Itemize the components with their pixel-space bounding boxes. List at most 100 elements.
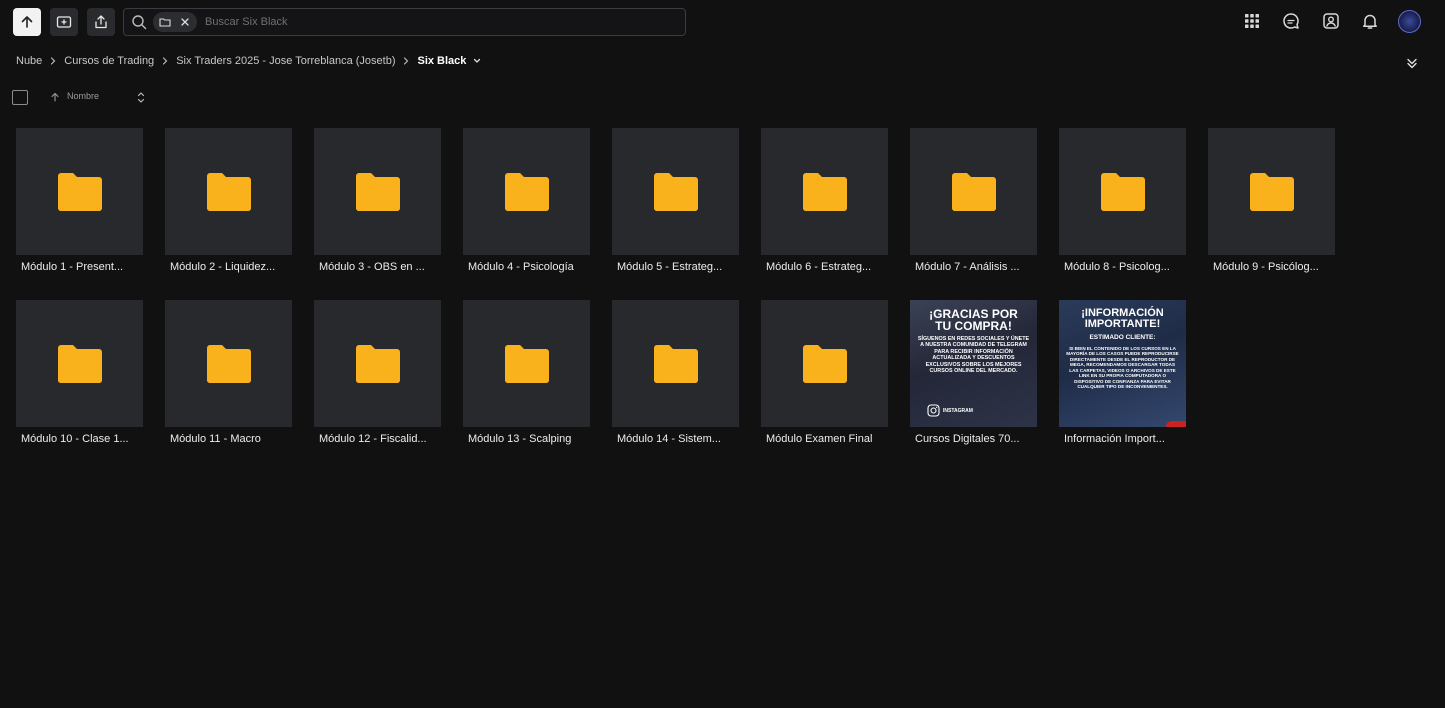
folder-item[interactable]: Módulo 4 - Psicología [463, 128, 590, 273]
folder-icon [1100, 172, 1145, 211]
folder-item[interactable]: Módulo 13 - Scalping [463, 300, 590, 445]
folder-item[interactable]: Módulo 14 - Sistem... [612, 300, 739, 445]
item-name[interactable]: Módulo 11 - Macro [165, 433, 292, 445]
folder-icon [802, 172, 847, 211]
item-name[interactable]: Módulo 13 - Scalping [463, 433, 590, 445]
folder-plus-icon [56, 16, 72, 28]
item-name[interactable]: Módulo 2 - Liquidez... [165, 261, 292, 273]
item-thumbnail[interactable] [1208, 128, 1335, 255]
item-name[interactable]: Módulo 6 - Estrateg... [761, 261, 888, 273]
folder-icon [206, 344, 251, 383]
item-name[interactable]: Módulo 9 - Psicólog... [1208, 261, 1335, 273]
item-name[interactable]: Módulo 10 - Clase 1... [16, 433, 143, 445]
grid-apps-icon [1245, 14, 1259, 28]
folder-item[interactable]: Módulo 2 - Liquidez... [165, 128, 292, 273]
item-name[interactable]: Módulo 7 - Análisis ... [910, 261, 1037, 273]
arrow-up-icon[interactable] [50, 92, 60, 102]
folder-item[interactable]: Módulo 8 - Psicolog... [1059, 128, 1186, 273]
item-thumbnail[interactable] [910, 128, 1037, 255]
image-subtitle: ESTIMADO CLIENTE: [1089, 334, 1156, 341]
double-chevron-down-icon[interactable] [1405, 56, 1419, 70]
folder-icon [653, 344, 698, 383]
chevron-right-icon [47, 55, 59, 67]
upload-button[interactable] [13, 8, 41, 36]
item-name[interactable]: Cursos Digitales 70... [910, 433, 1037, 445]
breadcrumb-item-current[interactable]: Six Black [417, 55, 466, 67]
chat-button[interactable] [1281, 11, 1301, 31]
breadcrumb-item-cursos[interactable]: Cursos de Trading [64, 55, 154, 67]
sort-toggle-icon[interactable] [136, 91, 146, 104]
item-thumbnail[interactable] [1059, 128, 1186, 255]
item-thumbnail[interactable] [165, 128, 292, 255]
search-bar[interactable] [123, 8, 686, 36]
folder-item[interactable]: Módulo 5 - Estrateg... [612, 128, 739, 273]
breadcrumb: Nube Cursos de Trading Six Traders 2025 … [16, 52, 482, 70]
item-name[interactable]: Módulo 4 - Psicología [463, 261, 590, 273]
item-thumbnail[interactable] [612, 128, 739, 255]
item-name[interactable]: Información Import... [1059, 433, 1186, 445]
folder-item[interactable]: Módulo 10 - Clase 1... [16, 300, 143, 445]
item-thumbnail[interactable]: ¡INFORMACIÓN IMPORTANTE! ESTIMADO CLIENTE:… [1059, 300, 1186, 427]
item-name[interactable]: Módulo 3 - OBS en ... [314, 261, 441, 273]
top-toolbar [0, 0, 1445, 44]
share-icon [95, 15, 107, 29]
sort-label[interactable]: Nombre [67, 91, 99, 101]
item-thumbnail[interactable] [463, 300, 590, 427]
folder-item[interactable]: Módulo Examen Final [761, 300, 888, 445]
folder-item[interactable]: Módulo 6 - Estrateg... [761, 128, 888, 273]
new-folder-button[interactable] [50, 8, 78, 36]
image-file-item[interactable]: ¡INFORMACIÓN IMPORTANTE! ESTIMADO CLIENTE:… [1059, 300, 1186, 445]
item-thumbnail[interactable] [761, 128, 888, 255]
select-all-checkbox[interactable] [12, 90, 28, 105]
chat-bubble-icon [1283, 13, 1299, 29]
instagram-row: INSTAGRAM [927, 404, 973, 417]
image-body-text: SÍGUENOS EN REDES SOCIALES Y ÚNETE A NUE… [917, 336, 1030, 375]
folder-icon [504, 172, 549, 211]
folder-icon [355, 344, 400, 383]
chevron-right-icon [159, 55, 171, 67]
folder-icon [653, 172, 698, 211]
search-input[interactable] [203, 15, 685, 29]
image-body-text: SI BIEN EL CONTENIDO DE LOS CURSOS EN LA… [1066, 345, 1179, 390]
breadcrumb-item-nube[interactable]: Nube [16, 55, 42, 67]
folder-icon [1249, 172, 1294, 211]
folder-scope-chip[interactable] [153, 12, 197, 32]
folder-item[interactable]: Módulo 12 - Fiscalid... [314, 300, 441, 445]
item-thumbnail[interactable] [16, 300, 143, 427]
close-icon[interactable] [179, 16, 191, 28]
item-name[interactable]: Módulo 5 - Estrateg... [612, 261, 739, 273]
item-thumbnail[interactable] [314, 300, 441, 427]
item-name[interactable]: Módulo 8 - Psicolog... [1059, 261, 1186, 273]
item-name[interactable]: Módulo 12 - Fiscalid... [314, 433, 441, 445]
folder-icon [951, 172, 996, 211]
image-title-line: IMPORTANTE! [1084, 318, 1161, 330]
item-thumbnail[interactable] [761, 300, 888, 427]
play-badge [1166, 421, 1186, 427]
item-name[interactable]: Módulo Examen Final [761, 433, 888, 445]
share-button[interactable] [87, 8, 115, 36]
folder-item[interactable]: Módulo 1 - Present... [16, 128, 143, 273]
instagram-label: INSTAGRAM [943, 407, 973, 414]
folder-icon [802, 344, 847, 383]
notifications-button[interactable] [1360, 11, 1380, 31]
apps-button[interactable] [1242, 11, 1262, 31]
item-name[interactable]: Módulo 1 - Present... [16, 261, 143, 273]
chevron-down-icon[interactable] [472, 56, 482, 66]
image-file-item[interactable]: ¡GRACIAS POR TU COMPRA! SÍGUENOS EN REDES … [910, 300, 1037, 445]
folder-item[interactable]: Módulo 9 - Psicólog... [1208, 128, 1335, 273]
folder-item[interactable]: Módulo 3 - OBS en ... [314, 128, 441, 273]
folder-item[interactable]: Módulo 11 - Macro [165, 300, 292, 445]
user-avatar[interactable] [1398, 10, 1421, 33]
item-thumbnail[interactable]: ¡GRACIAS POR TU COMPRA! SÍGUENOS EN REDES … [910, 300, 1037, 427]
item-thumbnail[interactable] [463, 128, 590, 255]
folder-icon [57, 344, 102, 383]
contacts-button[interactable] [1321, 11, 1341, 31]
item-name[interactable]: Módulo 14 - Sistem... [612, 433, 739, 445]
item-thumbnail[interactable] [612, 300, 739, 427]
item-thumbnail[interactable] [165, 300, 292, 427]
search-icon [132, 15, 147, 30]
folder-item[interactable]: Módulo 7 - Análisis ... [910, 128, 1037, 273]
item-thumbnail[interactable] [16, 128, 143, 255]
breadcrumb-item-six-traders[interactable]: Six Traders 2025 - Jose Torreblanca (Jos… [176, 55, 395, 67]
item-thumbnail[interactable] [314, 128, 441, 255]
